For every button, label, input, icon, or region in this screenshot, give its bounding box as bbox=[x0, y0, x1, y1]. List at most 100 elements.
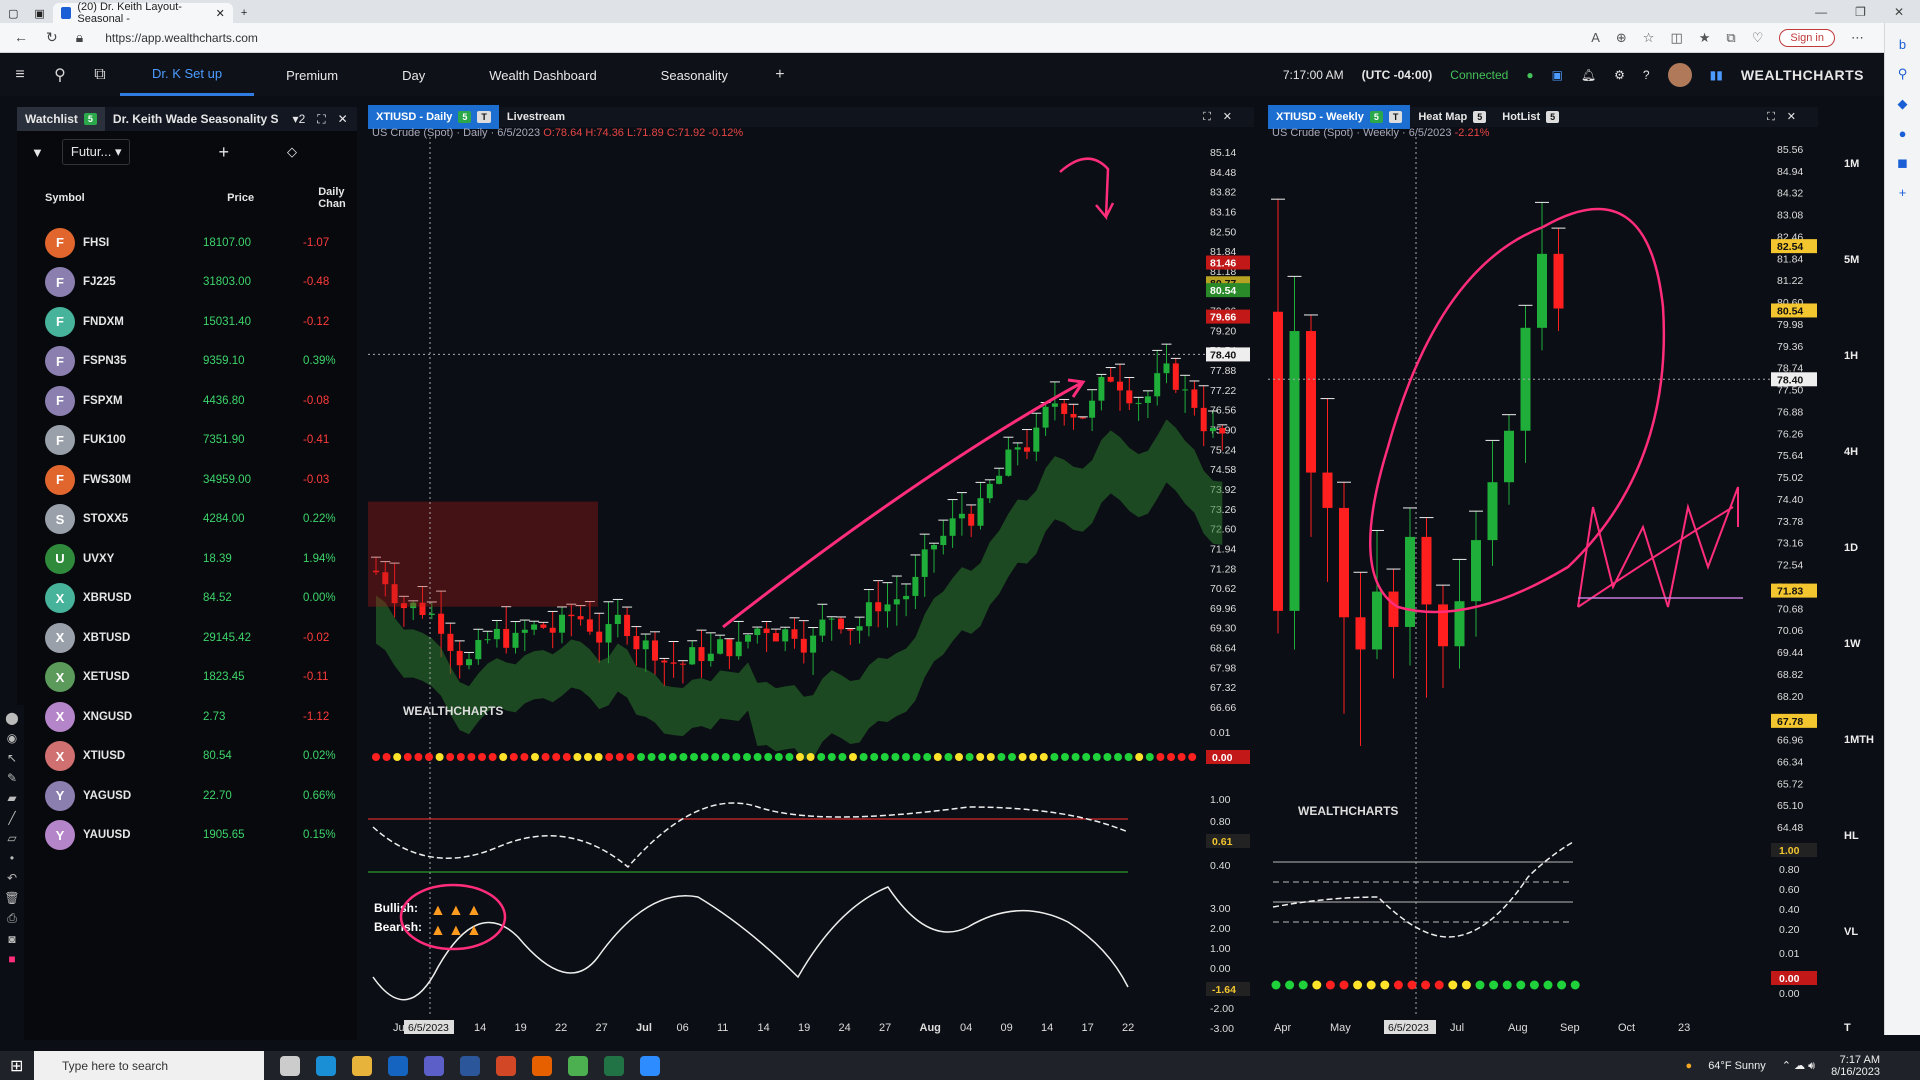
search-icon[interactable]: ⚲ bbox=[40, 65, 80, 85]
tab-dr-k-set-up[interactable]: Dr. K Set up bbox=[120, 54, 255, 96]
daily-chart-svg[interactable]: 85.1484.4883.8283.1682.5081.8481.1880.52… bbox=[368, 107, 1254, 1040]
undo-icon[interactable]: ↶ bbox=[0, 871, 24, 885]
print-icon[interactable]: ⎙ bbox=[0, 911, 24, 926]
list-filter-dropdown[interactable]: Futur... ▾ bbox=[61, 139, 131, 165]
filter-icon[interactable]: ▼ bbox=[31, 145, 44, 160]
close-tab-icon[interactable]: ✕ bbox=[216, 7, 225, 20]
chrome-icon[interactable] bbox=[568, 1055, 588, 1076]
excel-icon[interactable] bbox=[604, 1055, 624, 1076]
dot-icon[interactable]: • bbox=[0, 851, 24, 865]
ruler-icon[interactable]: ▱ bbox=[0, 831, 24, 845]
help-icon[interactable]: ? bbox=[1643, 68, 1650, 82]
menu-icon[interactable]: ≡ bbox=[0, 66, 40, 84]
vertical-tabs-icon[interactable]: ▣ bbox=[26, 3, 52, 23]
start-icon[interactable]: ⊞ bbox=[10, 1056, 23, 1076]
timeframe-vl[interactable]: VL bbox=[1844, 926, 1858, 938]
copilot-icon[interactable]: b bbox=[1885, 37, 1920, 52]
column-symbol[interactable]: Symbol bbox=[45, 192, 227, 204]
watchlist-row-fhsi[interactable]: F FHSI 18107.00 -1.07 bbox=[17, 223, 357, 263]
close-window-icon[interactable]: ✕ bbox=[1894, 5, 1904, 19]
line-tool-icon[interactable]: ╱ bbox=[0, 811, 24, 825]
edge-icon[interactable] bbox=[316, 1055, 336, 1076]
timeframe-1d[interactable]: 1D bbox=[1844, 542, 1858, 554]
shopping-icon[interactable]: ◆ bbox=[1885, 96, 1920, 112]
eye-icon[interactable]: ◉ bbox=[0, 731, 24, 745]
settings-gear-icon[interactable]: ⚙ bbox=[1614, 68, 1625, 82]
watchlist-row-yagusd[interactable]: Y YAGUSD 22.70 0.66% bbox=[17, 776, 357, 816]
watchlist-row-xtiusd[interactable]: X XTIUSD 80.54 0.02% bbox=[17, 737, 357, 777]
taskbar-search[interactable]: Type here to search bbox=[34, 1051, 264, 1080]
timeframe-1m[interactable]: 1M bbox=[1844, 158, 1859, 170]
tray-icons[interactable]: ⌃ ☁ 🔊︎ bbox=[1782, 1059, 1815, 1073]
timeframe-t[interactable]: T bbox=[1844, 1022, 1851, 1034]
more-icon[interactable]: ⋯ bbox=[1851, 30, 1864, 46]
timeframe-5m[interactable]: 5M bbox=[1844, 254, 1859, 266]
watchlist-row-fndxm[interactable]: F FNDXM 15031.40 -0.12 bbox=[17, 302, 357, 342]
tab-seasonality[interactable]: Seasonality bbox=[629, 54, 760, 96]
watchlist-row-xbrusd[interactable]: X XBRUSD 84.52 0.00% bbox=[17, 579, 357, 619]
watchlist-row-fuk100[interactable]: F FUK100 7351.90 -0.41 bbox=[17, 421, 357, 461]
trash-icon[interactable]: 🗑︎ bbox=[0, 891, 24, 905]
favorite-icon[interactable]: ☆ bbox=[1643, 30, 1655, 46]
tab-wealth-dashboard[interactable]: Wealth Dashboard bbox=[457, 54, 628, 96]
zoom-app-icon[interactable] bbox=[640, 1055, 660, 1076]
timeframe-1h[interactable]: 1H bbox=[1844, 350, 1858, 362]
eraser-icon[interactable]: ◇ bbox=[287, 144, 297, 160]
highlighter-icon[interactable]: ▰ bbox=[0, 791, 24, 805]
search-sidebar-icon[interactable]: ⚲ bbox=[1885, 66, 1920, 82]
restore-icon[interactable]: ❐ bbox=[1855, 5, 1866, 19]
camera-icon[interactable]: ◙ bbox=[0, 932, 24, 946]
add-tab-icon[interactable]: + bbox=[760, 66, 800, 84]
favorites-icon[interactable]: ★ bbox=[1699, 30, 1711, 46]
color-swatch-icon[interactable]: ■ bbox=[0, 952, 24, 966]
tab-seasonality-list[interactable]: Dr. Keith Wade Seasonality S bbox=[105, 107, 287, 131]
user-avatar[interactable] bbox=[1667, 63, 1692, 87]
tools-icon[interactable]: ● bbox=[1885, 126, 1920, 141]
tab-watchlist[interactable]: Watchlist 5 bbox=[17, 107, 105, 131]
timezone-selector[interactable]: (UTC -04:00) bbox=[1362, 68, 1433, 82]
minimize-icon[interactable]: — bbox=[1815, 5, 1827, 19]
tab-day[interactable]: Day bbox=[370, 54, 457, 96]
timeframe-1mth[interactable]: 1MTH bbox=[1844, 734, 1874, 746]
timeframe-hl[interactable]: HL bbox=[1844, 830, 1859, 842]
column-change[interactable]: Daily Chan bbox=[318, 186, 357, 210]
weather[interactable]: 64°F Sunny bbox=[1708, 1060, 1766, 1072]
tab-premium[interactable]: Premium bbox=[254, 54, 370, 96]
pen-icon[interactable]: ✎ bbox=[0, 771, 24, 785]
zoom-icon[interactable]: ⊕ bbox=[1616, 30, 1627, 46]
watchlist-row-xbtusd[interactable]: X XBTUSD 29145.42 -0.02 bbox=[17, 618, 357, 658]
watchlist-row-fj225[interactable]: F FJ225 31803.00 -0.48 bbox=[17, 263, 357, 303]
taskbar-clock[interactable]: 7:17 AM 8/16/2023 bbox=[1831, 1054, 1880, 1078]
weekly-chart-svg[interactable]: 85.5684.9484.3283.0882.4681.8481.2280.60… bbox=[1268, 107, 1818, 1040]
watchlist-row-fspn35[interactable]: F FSPN35 9359.10 0.39% bbox=[17, 342, 357, 382]
close-panel-icon[interactable]: ✕ bbox=[338, 112, 348, 126]
watchlist-row-xngusd[interactable]: X XNGUSD 2.73 -1.12 bbox=[17, 697, 357, 737]
timeframe-4h[interactable]: 4H bbox=[1844, 446, 1858, 458]
word-icon[interactable] bbox=[460, 1055, 480, 1076]
watchlist-row-stoxx5[interactable]: S STOXX5 4284.00 0.22% bbox=[17, 500, 357, 540]
mail-icon[interactable] bbox=[388, 1055, 408, 1076]
back-icon[interactable]: ← bbox=[14, 29, 28, 46]
refresh-icon[interactable]: ↻ bbox=[46, 29, 58, 46]
bookmark-icon[interactable]: ▣ bbox=[1552, 68, 1563, 82]
watchlist-row-uvxy[interactable]: U UVXY 18.39 1.94% bbox=[17, 539, 357, 579]
browser-tab[interactable]: (20) Dr. Keith Layout-Seasonal - ✕ bbox=[52, 1, 233, 25]
cursor-icon[interactable]: ↖ bbox=[0, 751, 24, 765]
task-view-icon[interactable] bbox=[280, 1055, 300, 1076]
teams-icon[interactable] bbox=[424, 1055, 444, 1076]
add-symbol-icon[interactable]: + bbox=[218, 142, 229, 163]
read-aloud-icon[interactable]: A bbox=[1591, 30, 1600, 45]
explorer-icon[interactable] bbox=[352, 1055, 372, 1076]
add-sidebar-icon[interactable]: + bbox=[1885, 185, 1920, 200]
tab-actions-icon[interactable]: ▢ bbox=[0, 3, 26, 23]
new-tab-icon[interactable]: + bbox=[233, 3, 255, 23]
outlook-icon[interactable]: ◼ bbox=[1885, 155, 1920, 171]
layouts-icon[interactable]: ⧉ bbox=[80, 66, 120, 84]
split-screen-icon[interactable]: ◫ bbox=[1670, 30, 1682, 46]
watchlist-row-yauusd[interactable]: Y YAUUSD 1905.65 0.15% bbox=[17, 816, 357, 856]
firefox-icon[interactable] bbox=[532, 1055, 552, 1076]
column-price[interactable]: Price bbox=[227, 192, 318, 204]
sign-in-button[interactable]: Sign in bbox=[1779, 28, 1835, 47]
browser-essentials-icon[interactable]: ♡ bbox=[1752, 30, 1764, 46]
watchlist-row-xetusd[interactable]: X XETUSD 1823.45 -0.11 bbox=[17, 658, 357, 698]
